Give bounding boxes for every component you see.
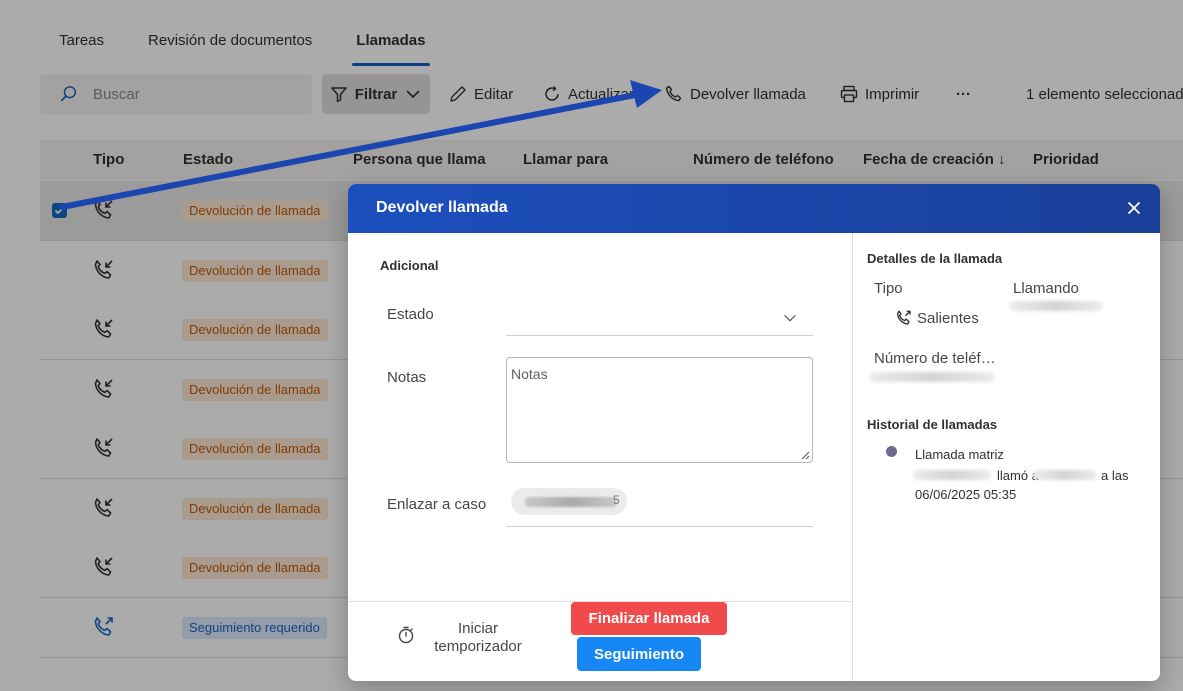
estado-select[interactable] (506, 305, 813, 336)
telefono-label: Número de teléf… (874, 350, 996, 367)
history-date: 06/06/2025 05:35 (915, 487, 1017, 502)
call-details-panel: Detalles de la llamada Tipo Llamando Sal… (852, 233, 1160, 681)
dialog-form: Adicional Estado Notas Notas Enlazar a c… (348, 233, 852, 681)
notas-placeholder: Notas (511, 366, 548, 382)
dialog-header: Devolver llamada (348, 184, 1160, 233)
section-adicional: Adicional (380, 258, 439, 273)
tipo-label: Tipo (874, 280, 903, 297)
dialog-title: Devolver llamada (376, 199, 508, 216)
dialog-footer: Iniciar temporizador Finalizar llamada S… (348, 601, 852, 681)
follow-up-button[interactable]: Seguimiento (577, 637, 701, 671)
notas-textarea[interactable]: Notas (506, 357, 813, 463)
redacted-case-number (525, 497, 617, 507)
llamando-label: Llamando (1013, 280, 1079, 297)
case-suffix: 5 (613, 493, 620, 507)
enlazar-caso-label: Enlazar a caso (387, 496, 487, 513)
history-item-title: Llamada matriz (915, 447, 1004, 462)
call-history-title: Historial de llamadas (867, 417, 998, 432)
case-chip[interactable]: 5 (511, 488, 627, 515)
redacted-history-target (1033, 470, 1097, 480)
redacted-phone-number (869, 372, 995, 382)
chevron-down-icon (784, 314, 796, 322)
outgoing-call-icon (896, 310, 911, 325)
return-call-dialog: Devolver llamada Adicional Estado Notas … (348, 184, 1160, 681)
start-timer-button[interactable]: Iniciar temporizador (424, 620, 532, 656)
end-call-button[interactable]: Finalizar llamada (571, 602, 727, 635)
redacted-caller (1009, 301, 1103, 311)
timeline-dot (886, 446, 897, 457)
tipo-value: Salientes (917, 310, 979, 327)
enlazar-caso-field[interactable]: 5 (506, 485, 813, 527)
estado-label: Estado (387, 306, 434, 323)
notas-label: Notas (387, 369, 427, 386)
call-details-title: Detalles de la llamada (867, 251, 1003, 266)
redacted-history-caller (913, 470, 991, 480)
history-at-text: a las (1101, 468, 1129, 483)
close-icon[interactable] (1126, 200, 1142, 216)
stopwatch-icon[interactable] (397, 626, 415, 644)
resize-handle-icon[interactable] (800, 450, 810, 460)
